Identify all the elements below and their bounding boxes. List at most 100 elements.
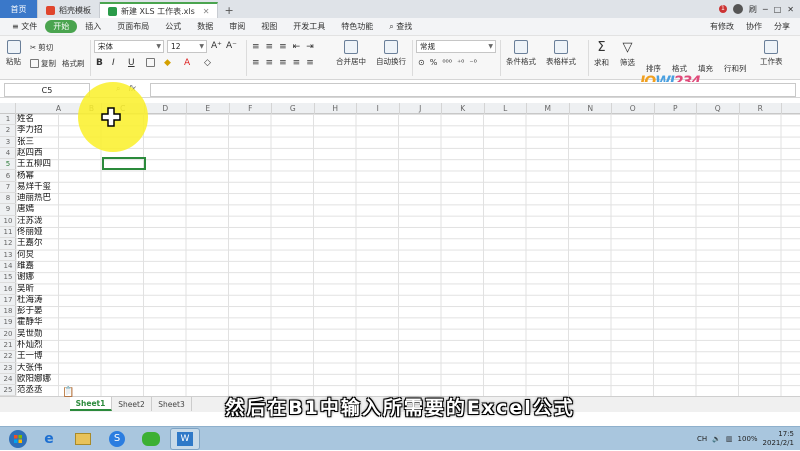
cell-a15[interactable]: 谢娜: [17, 272, 85, 283]
menu-file[interactable]: ≡ 文件: [4, 21, 45, 32]
paste-button[interactable]: 粘贴: [6, 40, 21, 67]
row-header-24[interactable]: 24: [0, 374, 16, 386]
row-header-7[interactable]: 7: [0, 182, 16, 194]
row-header-14[interactable]: 14: [0, 261, 16, 273]
cell-a2[interactable]: 李力招: [17, 125, 85, 136]
taskbar-explorer[interactable]: [68, 428, 98, 450]
maximize-icon[interactable]: □: [774, 5, 782, 14]
menu-insert[interactable]: 插入: [77, 21, 109, 32]
menu-developer[interactable]: 开发工具: [285, 21, 333, 32]
merge-center-button[interactable]: 合并居中: [336, 40, 366, 67]
border-button[interactable]: [146, 58, 155, 67]
indent-icon[interactable]: ⇤: [293, 42, 301, 52]
percent-icon[interactable]: %: [430, 58, 438, 67]
taskbar-wps[interactable]: W: [170, 427, 200, 450]
tab-template[interactable]: 稻壳模板: [38, 2, 100, 18]
grow-font-button[interactable]: A⁺: [211, 41, 222, 51]
currency-icon[interactable]: ⊙: [418, 58, 425, 67]
notification-badge[interactable]: 1: [718, 5, 727, 13]
menu-features[interactable]: 特色功能: [333, 21, 381, 32]
menu-review[interactable]: 审阅: [221, 21, 253, 32]
row-header-3[interactable]: 3: [0, 137, 16, 148]
row-header-10[interactable]: 10: [0, 216, 16, 227]
cell-a10[interactable]: 汪苏泷: [17, 216, 85, 227]
menu-page-layout[interactable]: 页面布局: [109, 21, 157, 32]
row-header-4[interactable]: 4: [0, 148, 16, 160]
cell-a8[interactable]: 迪丽热巴: [17, 193, 85, 204]
name-box[interactable]: C5: [4, 83, 90, 97]
share-button[interactable]: 分享: [774, 21, 790, 32]
align-top-icon[interactable]: ≡: [252, 42, 260, 52]
language-indicator[interactable]: CH: [697, 435, 707, 443]
row-header-5[interactable]: 5: [0, 159, 16, 171]
column-header-k[interactable]: K: [442, 103, 485, 114]
copy-button[interactable]: 复制: [30, 58, 56, 69]
column-header-q[interactable]: Q: [697, 103, 740, 114]
format-button[interactable]: 格式: [672, 63, 687, 74]
menu-view[interactable]: 视图: [253, 21, 285, 32]
conditional-format-button[interactable]: 条件格式: [506, 40, 536, 67]
cell-a5[interactable]: 王五柳四: [17, 159, 85, 170]
volume-icon[interactable]: 🔊: [712, 435, 721, 443]
menu-formulas[interactable]: 公式: [157, 21, 189, 32]
tab-home[interactable]: 首页: [0, 0, 38, 18]
number-format-select[interactable]: 常规 ▼: [416, 40, 496, 53]
row-header-9[interactable]: 9: [0, 204, 16, 216]
table-style-button[interactable]: 表格样式: [546, 40, 576, 67]
cell-a22[interactable]: 王一博: [17, 351, 85, 362]
worksheet-button[interactable]: 工作表: [760, 40, 783, 67]
cut-button[interactable]: ✂ 剪切: [30, 42, 53, 53]
row-header-23[interactable]: 23: [0, 363, 16, 374]
align-bottom-icon[interactable]: ≡: [279, 42, 287, 52]
row-header-16[interactable]: 16: [0, 284, 16, 295]
distribute-icon[interactable]: ≡: [306, 58, 314, 68]
sum-button[interactable]: Σ 求和: [594, 40, 609, 68]
row-header-12[interactable]: 12: [0, 238, 16, 250]
cell-a9[interactable]: 唐嫣: [17, 204, 85, 215]
clock[interactable]: 17:5 2021/2/1: [763, 430, 794, 448]
taskbar-wechat[interactable]: [136, 428, 166, 450]
format-painter-button[interactable]: 格式刷: [62, 58, 85, 69]
cell-a6[interactable]: 杨幂: [17, 171, 85, 182]
outdent-icon[interactable]: ⇥: [306, 42, 314, 52]
cell-a3[interactable]: 张三: [17, 137, 85, 148]
align-left-icon[interactable]: ≡: [252, 58, 260, 68]
cell-a17[interactable]: 杜海涛: [17, 295, 85, 306]
row-header-8[interactable]: 8: [0, 193, 16, 205]
fill-button[interactable]: 填充: [698, 63, 713, 74]
cell-a14[interactable]: 维嘉: [17, 261, 85, 272]
cell-a7[interactable]: 易烊千玺: [17, 182, 85, 193]
column-header-n[interactable]: N: [570, 103, 612, 114]
close-tab-icon[interactable]: ✕: [203, 7, 210, 16]
menu-home[interactable]: 开始: [45, 20, 78, 33]
row-header-15[interactable]: 15: [0, 272, 16, 284]
row-header-17[interactable]: 17: [0, 295, 16, 307]
column-header-h[interactable]: H: [315, 103, 357, 114]
bold-button[interactable]: B: [96, 58, 103, 68]
column-header-e[interactable]: E: [187, 103, 230, 114]
row-header-20[interactable]: 20: [0, 329, 16, 340]
thousands-icon[interactable]: ⁰⁰⁰: [442, 58, 452, 67]
justify-icon[interactable]: ≡: [293, 58, 301, 68]
filter-button[interactable]: ▽ 筛选: [620, 40, 635, 68]
fill-color-button[interactable]: ◆: [164, 58, 171, 68]
cell-a24[interactable]: 欧阳娜娜: [17, 374, 85, 385]
row-header-2[interactable]: 2: [0, 125, 16, 137]
new-tab-button[interactable]: +: [218, 2, 239, 18]
underline-button[interactable]: U: [128, 58, 135, 68]
column-header-o[interactable]: O: [612, 103, 655, 114]
italic-button[interactable]: I: [112, 58, 115, 68]
start-button[interactable]: [6, 427, 30, 451]
row-header-22[interactable]: 22: [0, 351, 16, 363]
row-header-13[interactable]: 13: [0, 250, 16, 261]
tab-file[interactable]: 新建 XLS 工作表.xls ✕: [100, 2, 219, 18]
taskbar-ie[interactable]: e: [34, 428, 64, 450]
sort-button[interactable]: 排序: [646, 63, 661, 74]
row-header-21[interactable]: 21: [0, 340, 16, 352]
font-size-select[interactable]: 12 ▼: [167, 40, 207, 53]
row-col-button[interactable]: 行和列: [724, 63, 747, 74]
network-icon[interactable]: ▥: [726, 435, 733, 443]
column-header-i[interactable]: I: [357, 103, 400, 114]
cell-a1[interactable]: 姓名: [17, 114, 85, 125]
row-header-1[interactable]: 1: [0, 114, 16, 126]
